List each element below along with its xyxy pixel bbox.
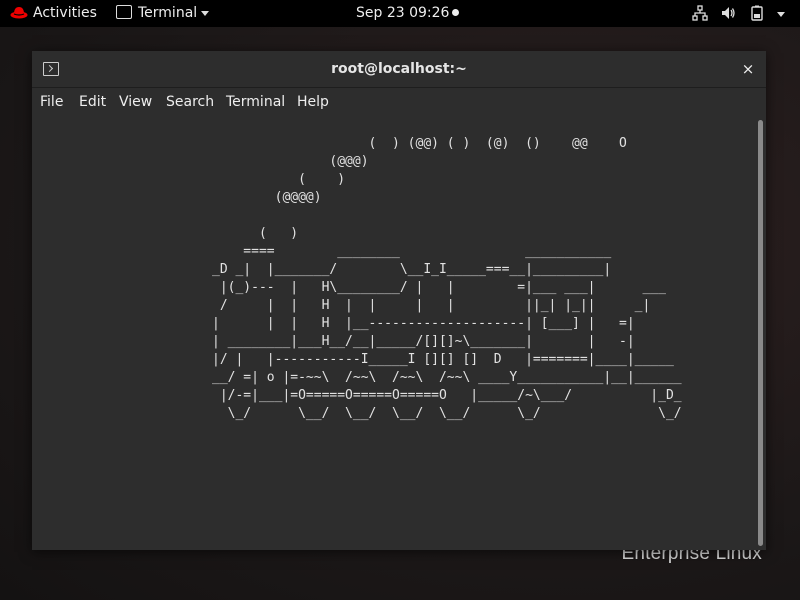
volume-icon[interactable] bbox=[720, 5, 736, 21]
menu-edit[interactable]: Edit bbox=[79, 88, 106, 116]
app-menu-label: Terminal bbox=[138, 5, 198, 21]
terminal-line: / | | H | | | | ||_| |_|| _| bbox=[212, 298, 651, 313]
terminal-line: (@@@) bbox=[212, 154, 369, 169]
terminal-line: __/ =| o |=-~~\ /~~\ /~~\ /~~\ ____Y____… bbox=[212, 370, 682, 385]
app-menu-button[interactable]: Terminal bbox=[116, 0, 210, 27]
terminal-window: root@localhost:~ × File Edit View Search… bbox=[32, 51, 766, 550]
red-hat-logo-icon bbox=[10, 7, 28, 19]
terminal-line: | | | H |__--------------------| [___] |… bbox=[212, 316, 635, 331]
terminal-line: |/-=|___|=O=====O=====O=====O |_____/~\_… bbox=[212, 388, 682, 403]
terminal-line: |/ | |-----------I_____I [][] [] D |====… bbox=[212, 352, 674, 367]
scrollbar-thumb[interactable] bbox=[758, 120, 763, 546]
window-title: root@localhost:~ bbox=[331, 61, 467, 77]
menu-bar: File Edit View Search Terminal Help bbox=[32, 88, 766, 116]
close-icon[interactable]: × bbox=[738, 51, 758, 87]
sl-train-art: ( ) (@@) ( ) (@) () @@ O (@@@) ( ) (@@@@… bbox=[212, 135, 682, 423]
top-bar: Activities Terminal Sep 23 09:26 bbox=[0, 0, 800, 27]
network-icon[interactable] bbox=[692, 5, 708, 21]
menu-search[interactable]: Search bbox=[166, 88, 214, 116]
activities-button[interactable]: Activities bbox=[33, 0, 97, 27]
terminal-output[interactable]: ( ) (@@) ( ) (@) () @@ O (@@@) ( ) (@@@@… bbox=[32, 116, 755, 550]
title-bar: root@localhost:~ × bbox=[32, 51, 766, 88]
terminal-app-icon bbox=[116, 5, 132, 19]
terminal-line: ( ) (@@) ( ) (@) () @@ O bbox=[212, 136, 627, 151]
clock-button[interactable]: Sep 23 09:26 bbox=[356, 0, 460, 27]
terminal-line: |(_)--- | H\________/ | | =|___ ___| ___ bbox=[212, 280, 666, 295]
clock-label: Sep 23 09:26 bbox=[356, 5, 450, 21]
battery-icon[interactable] bbox=[749, 5, 765, 21]
menu-help[interactable]: Help bbox=[297, 88, 329, 116]
chevron-down-icon bbox=[201, 10, 210, 16]
menu-terminal[interactable]: Terminal bbox=[226, 88, 285, 116]
terminal-line: | ________|___H__/__|_____/[][]~\_______… bbox=[212, 334, 635, 349]
menu-view[interactable]: View bbox=[119, 88, 152, 116]
terminal-line: ==== ________ ___________ bbox=[212, 244, 612, 259]
menu-file[interactable]: File bbox=[40, 88, 63, 116]
terminal-line: _D _| |_______/ \__I_I_____===__|_______… bbox=[212, 262, 612, 277]
terminal-line: ( ) bbox=[212, 172, 346, 187]
notification-dot-icon bbox=[452, 8, 460, 16]
terminal-line: (@@@@) bbox=[212, 190, 322, 205]
terminal-scrollbar[interactable] bbox=[755, 116, 766, 550]
terminal-line: ( ) bbox=[212, 226, 299, 241]
system-menu-chevron-icon[interactable] bbox=[777, 12, 785, 17]
terminal-line: \_/ \__/ \__/ \__/ \__/ \_/ \_/ bbox=[212, 406, 682, 421]
